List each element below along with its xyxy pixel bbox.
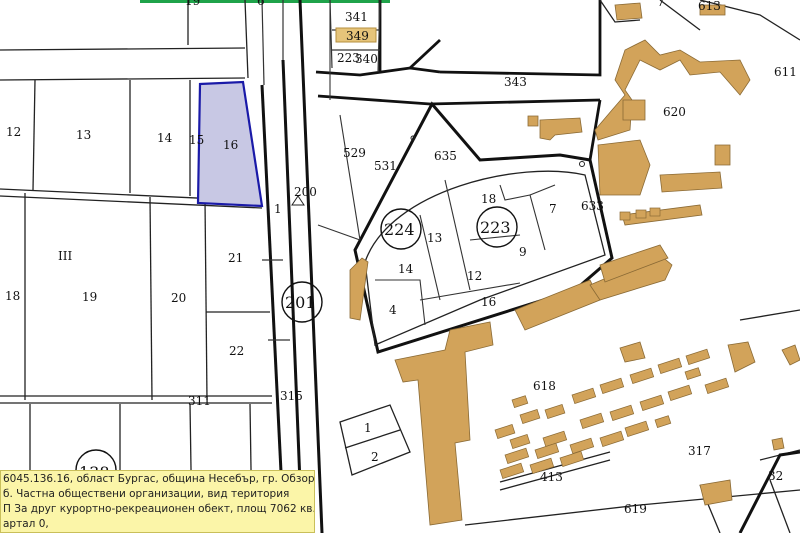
label-19: 19 <box>82 290 97 304</box>
cadastral-map[interactable]: 19 6 341 349 223 340 7 613 611 343 620 1… <box>0 0 800 533</box>
circle-label-224: 224 <box>384 220 415 239</box>
label-14-inner: 14 <box>398 262 414 276</box>
parcel-info-popup: 6045.136.16, област Бургас, община Несеб… <box>0 470 315 533</box>
label-311: 311 <box>188 394 211 408</box>
label-340: 340 <box>355 52 378 66</box>
label-12-inner: 12 <box>467 269 482 283</box>
label-6-top: 6 <box>257 0 265 8</box>
label-15: 15 <box>189 133 204 147</box>
label-531: 531 <box>374 159 397 173</box>
label-16: 16 <box>223 138 238 152</box>
label-4-inner: 4 <box>389 303 397 317</box>
label-14: 14 <box>157 131 173 145</box>
label-2-box: 2 <box>371 450 379 464</box>
label-633: 633 <box>581 199 604 213</box>
circle-label-201: 201 <box>285 293 316 312</box>
label-20: 20 <box>171 291 186 305</box>
label-349: 349 <box>346 29 369 43</box>
top-green-strip <box>140 0 390 3</box>
label-1: 1 <box>274 202 282 216</box>
label-1-box: 1 <box>364 421 372 435</box>
label-22: 22 <box>229 344 244 358</box>
info-line-1: 6045.136.16, област Бургас, община Несеб… <box>3 473 314 485</box>
label-III: III <box>58 249 72 263</box>
info-line-3: П За друг курортно-рекреационен обект, п… <box>3 503 314 515</box>
small-buildings <box>494 207 730 480</box>
label-613: 613 <box>698 0 721 13</box>
info-line-2: б. Частна обществени организации, вид те… <box>3 488 290 500</box>
label-13-inner: 13 <box>427 231 442 245</box>
label-13: 13 <box>76 128 91 142</box>
label-635: 635 <box>434 149 457 163</box>
info-line-4: артал 0, <box>3 518 49 530</box>
parcel-lines-left <box>0 0 272 533</box>
label-343: 343 <box>504 75 527 89</box>
label-7-top: 7 <box>657 0 665 9</box>
label-18-left: 18 <box>5 289 20 303</box>
label-21: 21 <box>228 251 243 265</box>
label-32: 32 <box>768 469 783 483</box>
label-19-top: 19 <box>185 0 200 8</box>
label-9-inner: 9 <box>519 245 527 259</box>
label-16-inner: 16 <box>481 295 496 309</box>
label-12: 12 <box>6 125 21 139</box>
label-317: 317 <box>688 444 711 458</box>
parcel-labels: 19 6 341 349 223 340 7 613 611 343 620 1… <box>5 0 797 516</box>
label-200: 200 <box>294 185 317 199</box>
road-lines <box>260 0 324 533</box>
label-315: 315 <box>280 389 303 403</box>
label-618: 618 <box>533 379 556 393</box>
label-611: 611 <box>774 65 797 79</box>
label-413: 413 <box>540 470 563 484</box>
label-620: 620 <box>663 105 686 119</box>
label-529: 529 <box>343 146 366 160</box>
point-marker-icon <box>579 161 585 167</box>
label-341: 341 <box>345 10 368 24</box>
label-7-inner: 7 <box>549 202 557 216</box>
label-18-inner: 18 <box>481 192 496 206</box>
circle-label-223: 223 <box>480 218 511 237</box>
label-619: 619 <box>624 502 647 516</box>
